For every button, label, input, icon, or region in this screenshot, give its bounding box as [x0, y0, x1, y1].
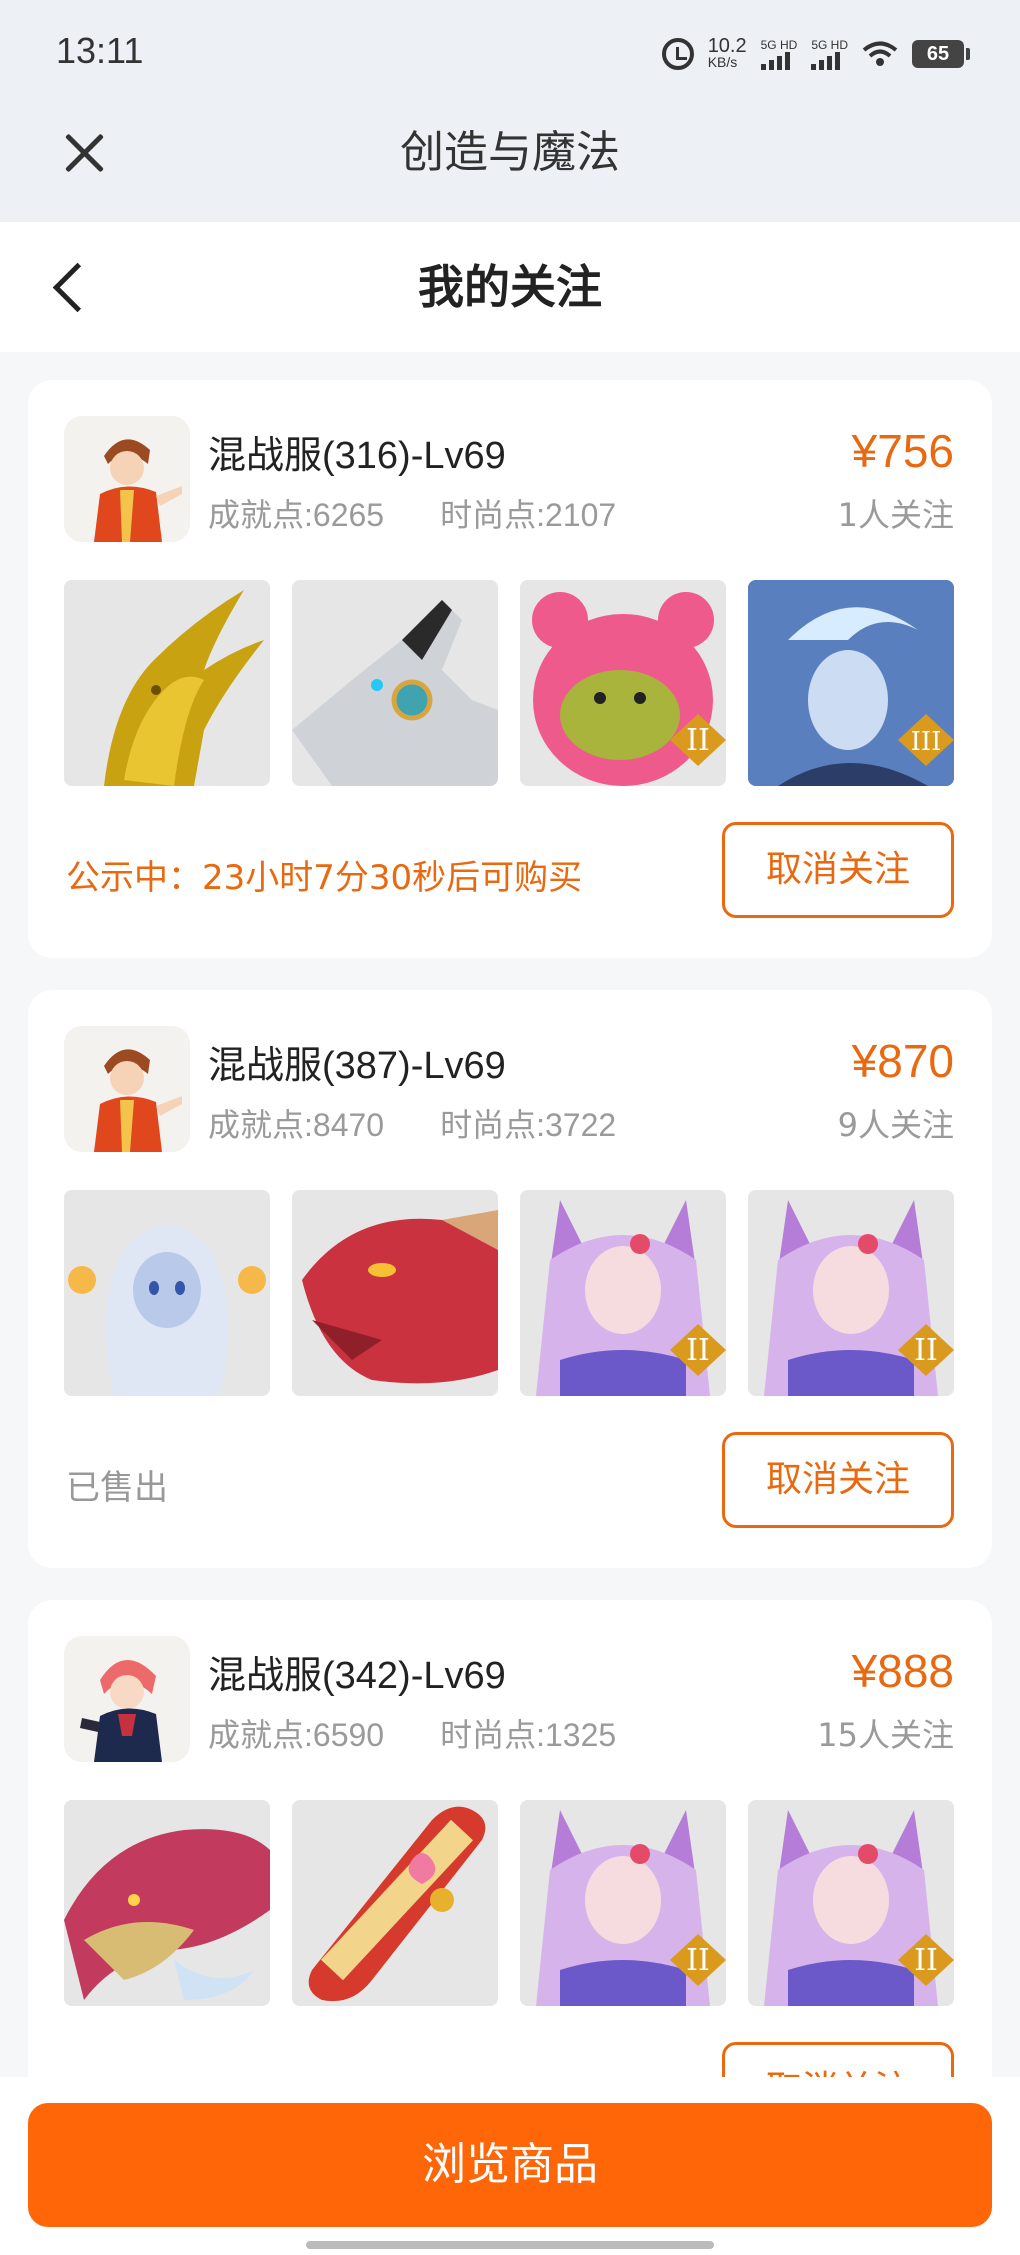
ice-character-thumbnail[interactable]: III: [748, 580, 954, 786]
page-nav: 我的关注: [0, 222, 1020, 352]
follower-count: 1人关注: [837, 496, 954, 534]
achievement-points: 成就点:8470: [208, 1107, 385, 1143]
listing-card[interactable]: 混战服(316)-Lv69 成就点:6265 时尚点:2107 ¥756 1人关…: [28, 380, 992, 958]
server-name: 混战服(387)-Lv69: [208, 1045, 506, 1087]
red-dragon-thumbnail[interactable]: [292, 1190, 498, 1396]
browse-products-button[interactable]: 浏览商品: [28, 2103, 992, 2227]
server-name: 混战服(316)-Lv69: [208, 435, 506, 477]
svg-text:II: II: [686, 1943, 710, 1978]
listing-card[interactable]: 混战服(387)-Lv69 成就点:8470 时尚点:3722 ¥870 9人关…: [28, 990, 992, 1568]
stats: 成就点:6590 时尚点:1325: [208, 1710, 616, 1756]
unfollow-button[interactable]: 取消关注: [722, 2042, 954, 2077]
mech-dragon-thumbnail[interactable]: [292, 580, 498, 786]
status-icons: 10.2 KB/s 5G HD 5G HD 65: [661, 34, 970, 74]
svg-text:III: III: [911, 727, 942, 757]
listing-card[interactable]: 混战服(342)-Lv69 成就点:6590 时尚点:1325 ¥888 15人…: [28, 1600, 992, 2077]
avatar: [64, 1026, 190, 1152]
svg-text:II: II: [686, 723, 710, 758]
fox-girl-thumbnail[interactable]: II: [748, 1190, 954, 1396]
alarm-icon: [661, 38, 694, 70]
battery-icon: 65: [912, 40, 970, 68]
follower-count: 15人关注: [817, 1716, 954, 1754]
white-spirit-thumbnail[interactable]: [64, 1190, 270, 1396]
status-bar: 13:11 10.2 KB/s 5G HD 5G HD 65: [0, 0, 1020, 110]
item-thumbnails: II II: [64, 1190, 954, 1396]
fox-girl-thumbnail[interactable]: II: [520, 1800, 726, 2006]
price: ¥756: [851, 425, 954, 477]
fashion-points: 时尚点:3722: [440, 1107, 617, 1143]
fox-girl-thumbnail[interactable]: II: [748, 1800, 954, 2006]
item-thumbnails: II II: [64, 1800, 954, 2006]
price: ¥888: [851, 1645, 954, 1697]
signal-icon: 5G HD: [760, 38, 797, 70]
price: ¥870: [851, 1035, 954, 1087]
fox-girl-thumbnail[interactable]: II: [520, 1190, 726, 1396]
fashion-points: 时尚点:2107: [440, 497, 617, 533]
status-text: 已售出: [66, 1468, 168, 1508]
golden-dragon-thumbnail[interactable]: [64, 580, 270, 786]
follower-count: 9人关注: [837, 1106, 954, 1144]
skateboard-thumbnail[interactable]: [292, 1800, 498, 2006]
unfollow-button[interactable]: 取消关注: [722, 1432, 954, 1528]
bottom-bar: 浏览商品: [0, 2077, 1020, 2255]
chinese-dragon-thumbnail[interactable]: [64, 1800, 270, 2006]
achievement-points: 成就点:6590: [208, 1717, 385, 1753]
status-text: 公示中：23小时7分30秒后可购买: [66, 858, 583, 898]
server-name: 混战服(342)-Lv69: [208, 1655, 506, 1697]
watchlist: 混战服(316)-Lv69 成就点:6265 时尚点:2107 ¥756 1人关…: [0, 352, 1020, 2077]
avatar: [64, 416, 190, 542]
fashion-points: 时尚点:1325: [440, 1717, 617, 1753]
avatar: [64, 1636, 190, 1762]
stats: 成就点:8470 时尚点:3722: [208, 1100, 616, 1146]
achievement-points: 成就点:6265: [208, 497, 385, 533]
page-title: 我的关注: [418, 260, 602, 314]
wifi-icon: [862, 41, 898, 66]
home-indicator[interactable]: [306, 2241, 714, 2249]
app-title: 创造与魔法: [400, 127, 620, 178]
app-header: 创造与魔法: [0, 110, 1020, 222]
signal-icon: 5G HD: [811, 38, 848, 70]
item-thumbnails: II III: [64, 580, 954, 786]
unfollow-button[interactable]: 取消关注: [722, 822, 954, 918]
status-time: 13:11: [56, 30, 144, 71]
network-speed: 10.2 KB/s: [707, 35, 747, 70]
stats: 成就点:6265 时尚点:2107: [208, 490, 616, 536]
pink-bear-thumbnail[interactable]: II: [520, 580, 726, 786]
svg-text:II: II: [686, 1333, 710, 1368]
svg-text:II: II: [914, 1943, 938, 1978]
svg-text:II: II: [914, 1333, 938, 1368]
